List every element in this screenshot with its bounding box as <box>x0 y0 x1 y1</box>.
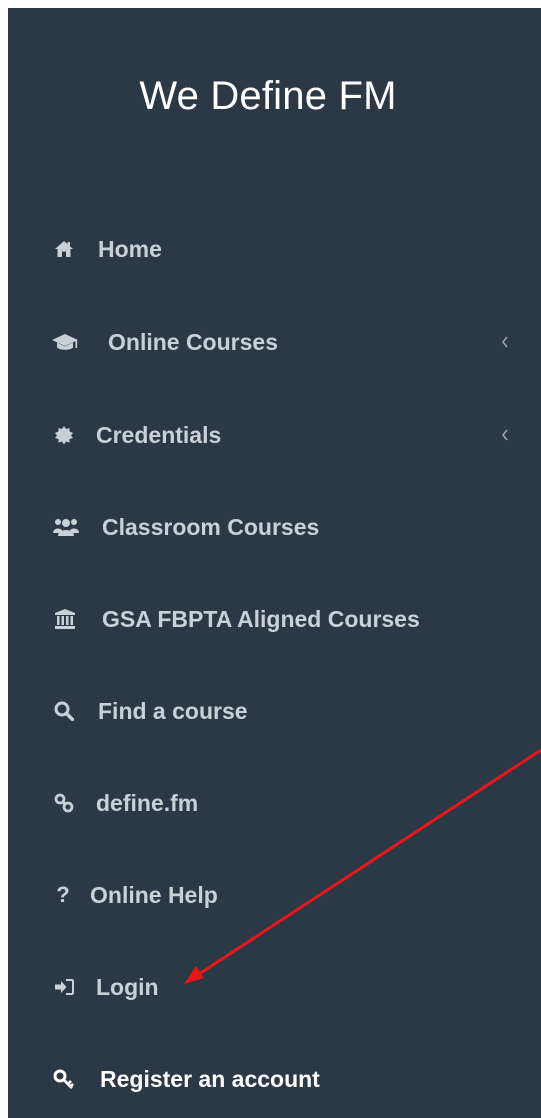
sidebar-item-online-help[interactable]: ? Online Help <box>8 865 541 925</box>
sidebar-item-label: Register an account <box>100 1065 320 1092</box>
sidebar-item-label: GSA FBPTA Aligned Courses <box>102 605 420 632</box>
sidebar-item-online-courses[interactable]: Online Courses <box>8 312 541 372</box>
sidebar-item-credentials[interactable]: Credentials <box>8 405 541 465</box>
sidebar-item-find-a-course[interactable]: Find a course <box>8 681 541 741</box>
sidebar-item-label: Home <box>98 235 162 262</box>
key-icon <box>52 1067 76 1091</box>
chevron-left-icon[interactable] <box>498 332 512 352</box>
question-icon: ? <box>56 882 70 907</box>
sidebar-item-label: Credentials <box>96 421 222 448</box>
sidebar-item-label: define.fm <box>96 789 199 816</box>
institution-icon <box>52 607 78 631</box>
sidebar-item-label: Online Help <box>90 881 218 908</box>
brand-title[interactable]: We Define FM <box>8 74 528 119</box>
chevron-left-icon[interactable] <box>498 425 512 445</box>
sidebar-item-label: Online Courses <box>108 328 278 355</box>
home-icon <box>52 237 76 261</box>
search-icon <box>52 699 76 723</box>
sign-in-icon <box>52 975 76 999</box>
sidebar-item-label: Classroom Courses <box>102 513 320 540</box>
users-icon <box>52 515 80 539</box>
sidebar-item-label: Login <box>96 973 159 1000</box>
sidebar-item-login[interactable]: Login <box>8 957 541 1017</box>
sidebar-item-register[interactable]: Register an account <box>8 1049 541 1109</box>
sidebar-item-label: Find a course <box>98 697 248 724</box>
sidebar-item-classroom-courses[interactable]: Classroom Courses <box>8 497 541 557</box>
graduation-cap-icon <box>50 330 80 354</box>
sidebar-item-gsa-fbpta[interactable]: GSA FBPTA Aligned Courses <box>8 589 541 649</box>
sidebar: We Define FM Home Online Courses Credent… <box>8 8 541 1118</box>
sidebar-item-home[interactable]: Home <box>8 219 541 279</box>
sidebar-item-define-fm[interactable]: define.fm <box>8 773 541 833</box>
certificate-icon <box>52 423 76 447</box>
link-icon <box>52 791 76 815</box>
